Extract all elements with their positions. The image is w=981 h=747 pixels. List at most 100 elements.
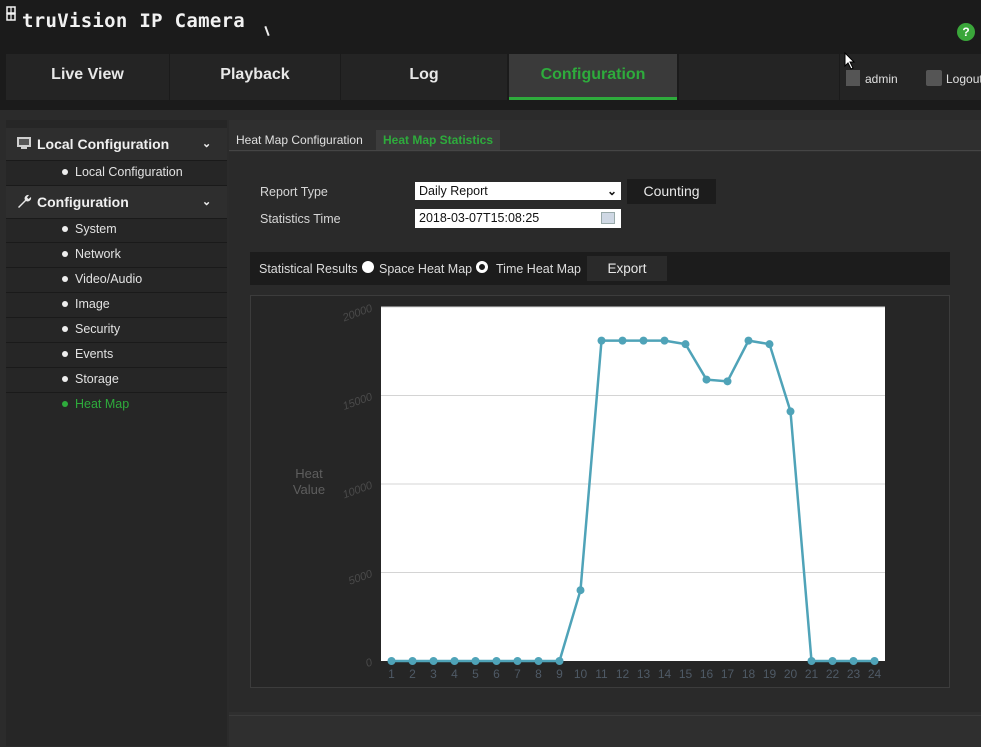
tab-heat-map-configuration[interactable]: Heat Map Configuration [229, 130, 370, 150]
data-point [408, 657, 417, 665]
data-point [702, 375, 711, 384]
pointer-mark [264, 25, 270, 37]
main-panel: Heat Map Configuration Heat Map Statisti… [229, 120, 981, 747]
x-tick-label: 6 [493, 667, 500, 681]
data-point [639, 336, 648, 345]
statistics-content: Report Type Daily Report ⌄ Counting Stat… [229, 152, 981, 712]
statistics-time-value: 2018-03-07T15:08:25 [419, 211, 540, 225]
x-tick-label: 18 [742, 667, 756, 681]
nav-tab-log[interactable]: Log [341, 54, 507, 100]
data-point [471, 657, 480, 665]
y-tick-label: 10000 [341, 479, 375, 501]
help-icon[interactable]: ? [957, 23, 975, 41]
x-tick-label: 5 [472, 667, 479, 681]
x-tick-label: 23 [847, 667, 861, 681]
sidebar-header-local-configuration[interactable]: Local Configuration ⌄ [6, 128, 227, 161]
bullet-icon [62, 351, 68, 357]
sidebar-item-label: System [75, 222, 117, 236]
x-tick-label: 7 [514, 667, 521, 681]
space-heat-map-radio[interactable] [362, 261, 374, 273]
x-tick-label: 13 [637, 667, 651, 681]
sidebar-item-network[interactable]: Network [6, 242, 227, 268]
sidebar-header-label: Configuration [37, 194, 129, 210]
x-tick-label: 10 [574, 667, 588, 681]
monitor-icon [17, 137, 31, 149]
nav-spacer [679, 54, 839, 100]
time-heat-map-radio[interactable] [476, 261, 488, 273]
x-tick-label: 24 [868, 667, 882, 681]
x-tick-label: 21 [805, 667, 819, 681]
sidebar-item-label: Network [75, 247, 121, 261]
bullet-icon [62, 251, 68, 257]
heat-map-chart: 0 5000 10000 15000 20000 Heat Value 1 2 3 4 5 6 7 8 9 10… [250, 295, 950, 688]
data-point [870, 657, 879, 665]
sidebar-item-events[interactable]: Events [6, 342, 227, 368]
data-point [576, 586, 585, 595]
sidebar-item-label: Security [75, 322, 121, 336]
bullet-icon [62, 226, 68, 232]
statistics-time-input[interactable]: 2018-03-07T15:08:25 [415, 209, 621, 228]
statistics-time-label: Statistics Time [260, 212, 341, 226]
wrench-icon [18, 194, 32, 208]
sidebar: Local Configuration ⌄ Local Configuratio… [6, 120, 227, 746]
app-title: truVision IP Camera [22, 10, 246, 32]
data-point [723, 377, 732, 386]
subtab-bar: Heat Map Configuration Heat Map Statisti… [229, 130, 981, 151]
data-point [534, 657, 543, 665]
sidebar-header-configuration[interactable]: Configuration ⌄ [6, 186, 227, 219]
nav-tab-playback[interactable]: Playback [170, 54, 340, 100]
mouse-cursor-icon [844, 52, 856, 70]
time-heat-map-label[interactable]: Time Heat Map [496, 262, 581, 276]
sidebar-item-label: Events [75, 347, 114, 361]
logout-icon[interactable] [926, 70, 942, 86]
data-point [849, 657, 858, 665]
sidebar-header-label: Local Configuration [37, 136, 170, 152]
y-tick-label: 20000 [340, 302, 375, 324]
chevron-down-icon: ⌄ [202, 138, 212, 150]
sidebar-item-heat-map[interactable]: Heat Map [6, 392, 227, 417]
sidebar-item-system[interactable]: System [6, 217, 227, 243]
logout-link[interactable]: Logout [946, 72, 981, 86]
x-tick-label: 22 [826, 667, 840, 681]
x-tick-label: 17 [721, 667, 735, 681]
data-point [597, 336, 606, 345]
bullet-icon [62, 376, 68, 382]
x-tick-label: 16 [700, 667, 714, 681]
report-type-select[interactable]: Daily Report ⌄ [415, 182, 621, 200]
export-button[interactable]: Export [587, 256, 667, 281]
x-tick-label: 12 [616, 667, 630, 681]
sidebar-item-image[interactable]: Image [6, 292, 227, 318]
nav-tab-live-view[interactable]: Live View [6, 54, 169, 100]
y-tick-label: 5000 [347, 568, 375, 588]
sidebar-item-label: Image [75, 297, 110, 311]
calendar-icon[interactable] [601, 212, 615, 224]
sidebar-item-storage[interactable]: Storage [6, 367, 227, 393]
statistical-results-label: Statistical Results [259, 262, 358, 276]
sidebar-item-label: Local Configuration [75, 165, 183, 179]
y-axis-title: Value [293, 482, 325, 497]
data-point [450, 657, 459, 665]
counting-button[interactable]: Counting [627, 179, 716, 204]
nav-tab-configuration[interactable]: Configuration [509, 54, 677, 100]
x-tick-label: 4 [451, 667, 458, 681]
sidebar-item-local-configuration[interactable]: Local Configuration [6, 160, 227, 186]
x-tick-label: 15 [679, 667, 693, 681]
bullet-icon [62, 401, 68, 407]
tab-heat-map-statistics[interactable]: Heat Map Statistics [376, 130, 501, 150]
bullet-icon [62, 276, 68, 282]
space-heat-map-label[interactable]: Space Heat Map [379, 262, 472, 276]
bullet-icon [62, 169, 68, 175]
x-tick-label: 2 [409, 667, 416, 681]
user-area: admin Logout [840, 54, 981, 100]
top-bar: truVision IP Camera ? Live View Playback… [0, 0, 981, 110]
x-tick-label: 19 [763, 667, 777, 681]
statistical-results-bar: Statistical Results Space Heat Map Time … [250, 252, 950, 285]
sidebar-item-security[interactable]: Security [6, 317, 227, 343]
x-tick-label: 8 [535, 667, 542, 681]
data-point [807, 657, 816, 665]
sidebar-item-label: Storage [75, 372, 119, 386]
data-point [513, 657, 522, 665]
data-point [786, 407, 795, 416]
sidebar-item-video-audio[interactable]: Video/Audio [6, 267, 227, 293]
sidebar-item-label: Heat Map [75, 397, 130, 411]
